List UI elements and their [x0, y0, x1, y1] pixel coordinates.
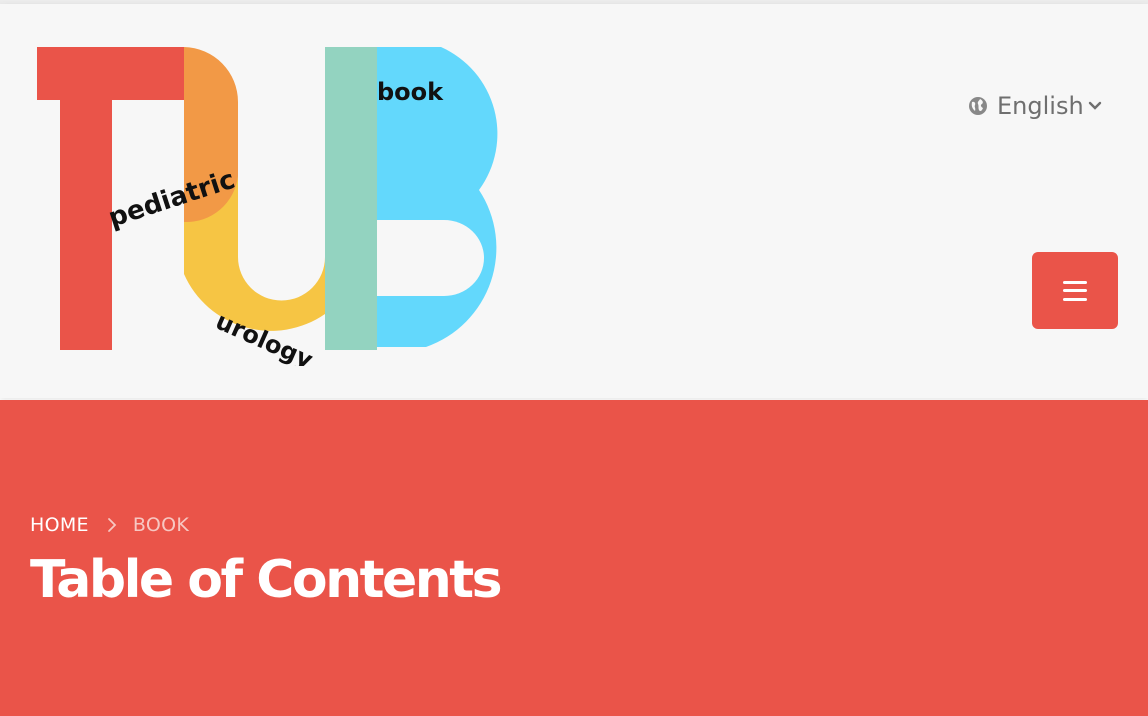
breadcrumb-book-link[interactable]: BOOK	[133, 514, 189, 536]
page-title: Table of Contents	[30, 550, 503, 610]
chevron-right-icon	[107, 517, 117, 533]
logo-teal-stem	[325, 47, 377, 350]
menu-toggle-button[interactable]	[1032, 252, 1118, 329]
breadcrumb: HOME BOOK	[30, 514, 189, 536]
page-hero: HOME BOOK Table of Contents	[0, 400, 1148, 716]
site-header: pediatric urology book English	[0, 4, 1148, 398]
chevron-down-icon	[1088, 101, 1102, 111]
language-selector[interactable]: English	[968, 90, 1102, 122]
pub-logo-graphic: pediatric urology book	[37, 47, 498, 366]
globe-icon	[968, 96, 988, 116]
logo-word-book: book	[377, 78, 444, 106]
site-logo[interactable]: pediatric urology book	[36, 44, 536, 366]
hamburger-icon	[1063, 280, 1087, 301]
language-label: English	[997, 92, 1084, 120]
breadcrumb-home-link[interactable]: HOME	[30, 514, 89, 536]
